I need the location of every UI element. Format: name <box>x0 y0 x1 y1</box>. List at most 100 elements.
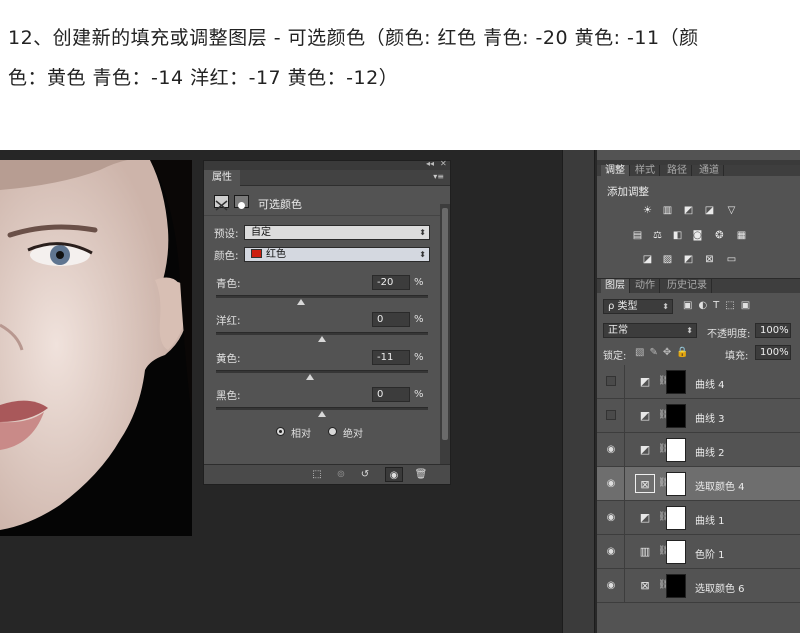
slider-value-field[interactable]: 0 <box>372 312 410 327</box>
tab-layers[interactable]: 图层 <box>601 279 630 293</box>
color-label: 颜色: <box>214 250 239 262</box>
visibility-eye-icon[interactable]: ◉ <box>605 478 617 490</box>
percent-unit: % <box>414 277 424 288</box>
panel-menu-icon[interactable]: ▾≡ <box>433 172 444 181</box>
photo-filter-icon[interactable]: ◙ <box>691 230 704 241</box>
levels-icon[interactable]: ▥ <box>661 205 674 216</box>
layer-row[interactable]: ◉ ⊠ ⛓ 选取颜色 4 <box>597 467 800 501</box>
opacity-field[interactable]: 100% <box>755 323 791 338</box>
selective-color-icon[interactable]: ⊠ <box>635 576 655 595</box>
fill-field[interactable]: 100% <box>755 345 791 360</box>
gradient-map-icon[interactable]: ▭ <box>725 254 738 265</box>
visibility-toggle-empty[interactable] <box>606 376 616 386</box>
color-lookup-icon[interactable]: ▦ <box>735 230 748 241</box>
reset-defaults-icon[interactable]: ↺ <box>356 467 374 482</box>
slider-track[interactable] <box>216 295 428 305</box>
slider-track[interactable] <box>216 370 428 380</box>
channel-mixer-icon[interactable]: ❂ <box>713 230 726 241</box>
preset-select[interactable]: 自定 ⬍ <box>244 225 430 240</box>
layer-mask-icon[interactable] <box>234 195 249 209</box>
invert-icon[interactable]: ◪ <box>641 254 654 265</box>
absolute-radio[interactable] <box>328 427 337 436</box>
tab-styles[interactable]: 样式 <box>631 165 660 176</box>
layer-mask-thumbnail[interactable] <box>666 404 686 428</box>
close-panel-icon[interactable]: ✕ <box>440 159 447 168</box>
visibility-eye-icon[interactable]: ◉ <box>605 580 617 592</box>
layer-filter-select[interactable]: ρ 类型 ⬍ <box>603 299 673 314</box>
properties-scrollbar[interactable] <box>440 204 450 466</box>
visibility-eye-icon[interactable]: ◉ <box>605 546 617 558</box>
face-image <box>0 160 192 536</box>
slider-thumb[interactable] <box>306 374 315 380</box>
tab-adjustments[interactable]: 调整 <box>601 165 630 176</box>
layer-row[interactable]: ◩ ⛓ 曲线 4 <box>597 365 800 399</box>
select-arrow-icon: ⬍ <box>686 326 693 335</box>
collapse-panel-icon[interactable]: ◂◂ <box>426 159 434 168</box>
curves-icon[interactable]: ◩ <box>635 440 655 459</box>
slider-value-field[interactable]: -11 <box>372 350 410 365</box>
black-white-icon[interactable]: ◧ <box>671 230 684 241</box>
slider-track[interactable] <box>216 332 428 342</box>
adjustment-title: 可选颜色 <box>258 198 302 211</box>
layer-row[interactable]: ◉ ▥ ⛓ 色阶 1 <box>597 535 800 569</box>
selective-color-icon[interactable]: ⊠ <box>703 254 716 265</box>
lock-icons[interactable]: ▧✎✥🔒 <box>635 347 694 358</box>
hue-saturation-icon[interactable]: ▤ <box>631 230 644 241</box>
curves-icon[interactable]: ◩ <box>682 205 695 216</box>
visibility-eye-icon[interactable]: ◉ <box>605 512 617 524</box>
color-swatch <box>251 249 262 258</box>
layer-mask-thumbnail[interactable] <box>666 472 686 496</box>
layer-mask-thumbnail[interactable] <box>666 574 686 598</box>
tab-actions[interactable]: 动作 <box>631 279 660 293</box>
slider-thumb[interactable] <box>318 411 326 417</box>
layer-row[interactable]: ◉ ◩ ⛓ 曲线 1 <box>597 501 800 535</box>
filter-label: ρ 类型 <box>608 301 638 312</box>
exposure-icon[interactable]: ◪ <box>703 205 716 216</box>
selective-color-icon[interactable]: ⊠ <box>635 474 655 493</box>
properties-tabbar: 属性 ▾≡ <box>204 170 450 186</box>
slider-value-field[interactable]: 0 <box>372 387 410 402</box>
layer-row[interactable]: ◉ ⊠ ⛓ 选取颜色 6 <box>597 569 800 603</box>
blend-mode-select[interactable]: 正常 ⬍ <box>603 323 697 338</box>
posterize-icon[interactable]: ▨ <box>661 254 674 265</box>
filter-icons[interactable]: ▣◐T⬚▣ <box>683 300 756 311</box>
slider-track[interactable] <box>216 407 428 417</box>
relative-radio[interactable] <box>276 427 285 436</box>
layers-panel: 图层 动作 历史记录 ρ 类型 ⬍ ▣◐T⬚▣ 正常 ⬍ 不透明度: 100% 锁定… <box>597 278 800 633</box>
layer-row[interactable]: ◉ ◩ ⛓ 曲线 2 <box>597 433 800 467</box>
visibility-toggle-empty[interactable] <box>606 410 616 420</box>
vibrance-icon[interactable]: ▽ <box>725 205 738 216</box>
tab-properties[interactable]: 属性 <box>204 170 240 186</box>
tab-paths[interactable]: 路径 <box>663 165 692 176</box>
layer-mask-thumbnail[interactable] <box>666 370 686 394</box>
levels-icon[interactable]: ▥ <box>635 542 655 561</box>
layer-mask-thumbnail[interactable] <box>666 506 686 530</box>
color-balance-icon[interactable]: ⚖ <box>651 230 664 241</box>
visibility-eye-icon[interactable]: ◉ <box>605 444 617 456</box>
scrollbar-grip[interactable] <box>442 208 448 440</box>
slider-label: 黄色: <box>216 353 241 365</box>
brightness-icon[interactable]: ☀ <box>641 205 654 216</box>
layer-mask-thumbnail[interactable] <box>666 438 686 462</box>
slider-thumb[interactable] <box>296 299 305 305</box>
color-select[interactable]: 红色 ⬍ <box>244 247 430 262</box>
view-previous-state-icon[interactable]: ⊚ <box>332 467 350 482</box>
toggle-visibility-icon[interactable]: ◉ <box>385 467 403 482</box>
delete-layer-icon[interactable]: 🗑 <box>412 467 430 482</box>
curves-icon[interactable]: ◩ <box>635 406 655 425</box>
curves-icon[interactable]: ◩ <box>635 508 655 527</box>
layer-mask-thumbnail[interactable] <box>666 540 686 564</box>
curves-icon[interactable]: ◩ <box>635 372 655 391</box>
layer-name: 曲线 1 <box>695 516 725 527</box>
threshold-icon[interactable]: ◩ <box>682 254 695 265</box>
slider-value-field[interactable]: -20 <box>372 275 410 290</box>
percent-unit: % <box>414 389 424 400</box>
tab-history[interactable]: 历史记录 <box>663 279 712 293</box>
slider-thumb[interactable] <box>318 336 326 342</box>
row-divider <box>624 433 625 467</box>
properties-footer: ⬚ ⊚ ↺ ◉ 🗑 <box>204 464 450 484</box>
layer-row[interactable]: ◩ ⛓ 曲线 3 <box>597 399 800 433</box>
clip-to-layer-icon[interactable]: ⬚ <box>308 467 326 482</box>
select-arrow-icon: ⬍ <box>419 228 426 237</box>
tab-channels[interactable]: 通道 <box>695 165 724 176</box>
